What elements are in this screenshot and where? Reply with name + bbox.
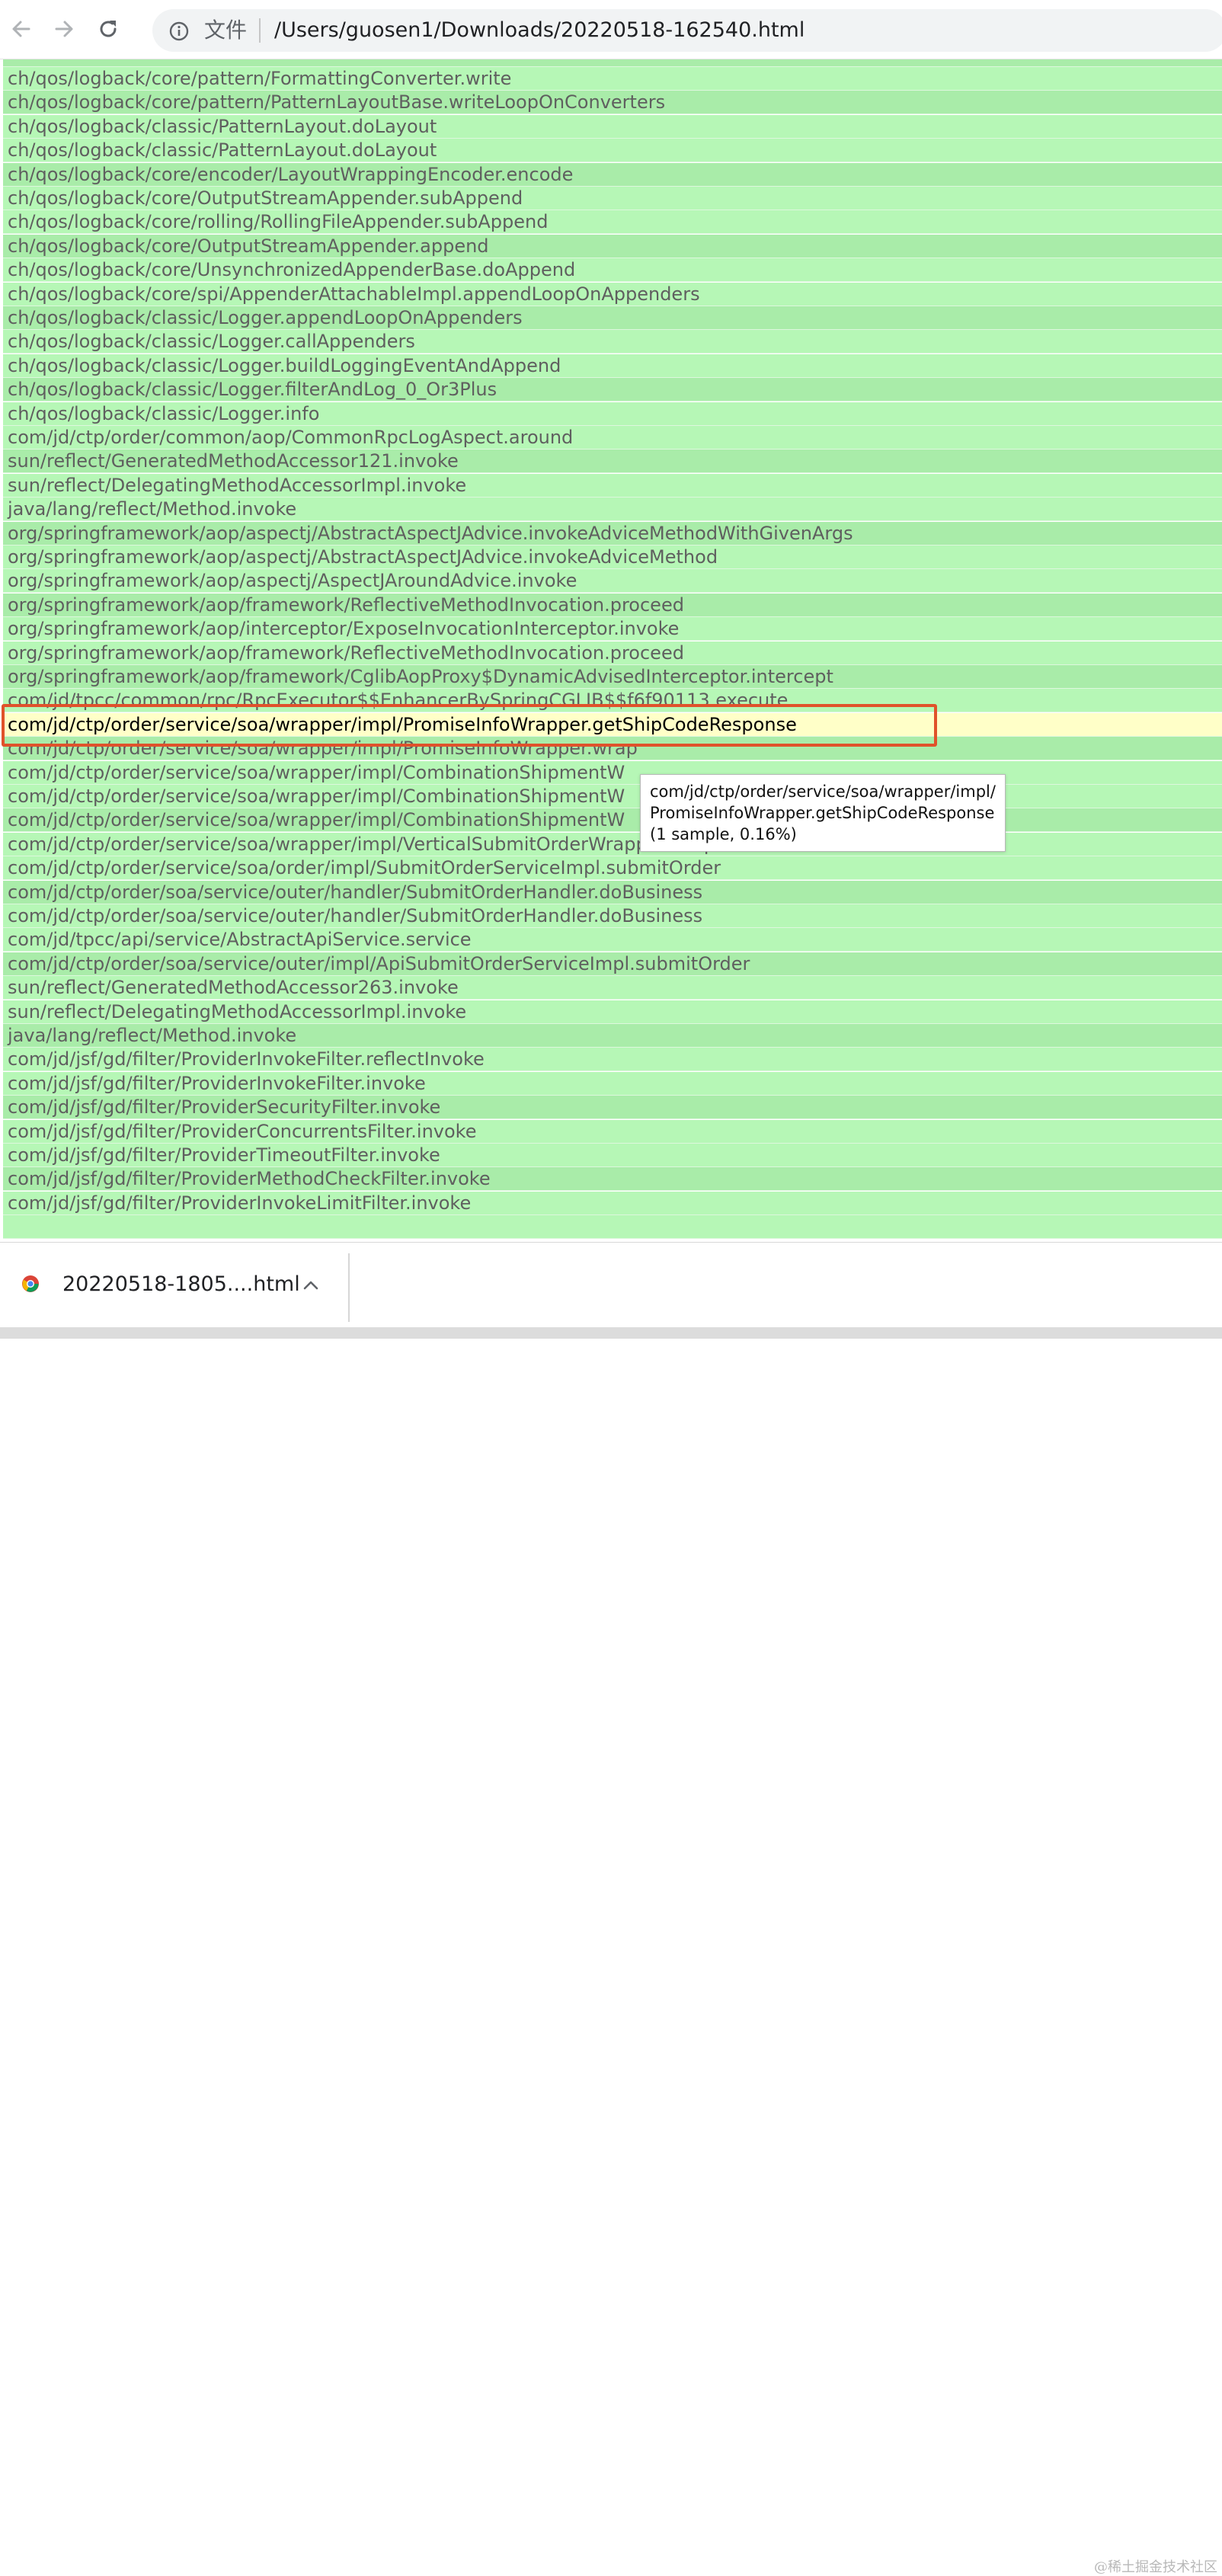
- flame-frame[interactable]: com/jd/ctp/order/service/soa/wrapper/imp…: [3, 832, 1222, 856]
- flame-frame[interactable]: ch/qos/logback/core/spi/AppenderAttachab…: [3, 282, 1222, 306]
- flame-frame[interactable]: com/jd/ctp/order/soa/service/outer/handl…: [3, 904, 1222, 928]
- flame-frame[interactable]: ch/qos/logback/classic/Logger.appendLoop…: [3, 306, 1222, 330]
- forward-button[interactable]: [47, 12, 81, 46]
- flame-frame[interactable]: org/springframework/aop/framework/CglibA…: [3, 665, 1222, 689]
- download-item[interactable]: 20220518-1805....html: [0, 1243, 348, 1327]
- flame-frame-clipped[interactable]: [3, 1215, 1222, 1240]
- forward-arrow-icon: [55, 21, 73, 37]
- scheme-label: 文件: [204, 18, 248, 43]
- flame-frame[interactable]: sun/reflect/GeneratedMethodAccessor263.i…: [3, 976, 1222, 1000]
- flame-frame[interactable]: ch/qos/logback/core/rolling/RollingFileA…: [3, 210, 1222, 235]
- flame-frame[interactable]: org/springframework/aop/framework/Reflec…: [3, 641, 1222, 665]
- flame-frame[interactable]: com/jd/jsf/gd/filter/ProviderMethodCheck…: [3, 1167, 1222, 1192]
- flame-frame-clipped[interactable]: [3, 59, 1222, 67]
- flame-frame[interactable]: sun/reflect/DelegatingMethodAccessorImpl…: [3, 473, 1222, 498]
- flame-frame[interactable]: ch/qos/logback/core/UnsynchronizedAppend…: [3, 258, 1222, 283]
- flame-frame[interactable]: com/jd/ctp/order/service/soa/wrapper/imp…: [3, 737, 1222, 761]
- flame-frame[interactable]: com/jd/jsf/gd/filter/ProviderInvokeLimit…: [3, 1191, 1222, 1215]
- flame-frame[interactable]: com/jd/jsf/gd/filter/ProviderTimeoutFilt…: [3, 1144, 1222, 1167]
- flame-frame[interactable]: com/jd/ctp/order/service/soa/order/impl/…: [3, 856, 1222, 881]
- shelf-bottom-edge: [0, 1327, 1222, 1339]
- flame-frame[interactable]: com/jd/ctp/order/service/soa/wrapper/imp…: [3, 760, 1222, 785]
- flame-frame[interactable]: ch/qos/logback/classic/PatternLayout.doL…: [3, 139, 1222, 163]
- flame-frame[interactable]: com/jd/jsf/gd/filter/ProviderInvokeFilte…: [3, 1071, 1222, 1096]
- flame-frame[interactable]: com/jd/ctp/order/service/soa/wrapper/imp…: [3, 808, 1222, 833]
- frame-tooltip: com/jd/ctp/order/service/soa/wrapper/imp…: [640, 774, 1006, 852]
- flame-frame[interactable]: org/springframework/aop/interceptor/Expo…: [3, 617, 1222, 642]
- flame-frame[interactable]: com/jd/jsf/gd/filter/ProviderConcurrents…: [3, 1119, 1222, 1144]
- flame-frame[interactable]: ch/qos/logback/classic/Logger.callAppend…: [3, 330, 1222, 354]
- flame-frame[interactable]: ch/qos/logback/classic/Logger.buildLoggi…: [3, 354, 1222, 378]
- reload-icon: [100, 21, 117, 37]
- url-text[interactable]: /Users/guosen1/Downloads/20220518-162540…: [274, 18, 805, 43]
- back-arrow-icon: [12, 21, 30, 37]
- flame-frame[interactable]: org/springframework/aop/aspectj/AspectJA…: [3, 569, 1222, 594]
- reload-button[interactable]: [91, 12, 125, 46]
- flame-frame[interactable]: ch/qos/logback/core/OutputStreamAppender…: [3, 187, 1222, 210]
- flame-frame[interactable]: com/jd/jsf/gd/filter/ProviderInvokeFilte…: [3, 1048, 1222, 1072]
- tooltip-line-2: PromiseInfoWrapper.getShipCodeResponse: [650, 804, 995, 822]
- flame-frame[interactable]: org/springframework/aop/framework/Reflec…: [3, 593, 1222, 617]
- flame-frame[interactable]: com/jd/ctp/order/soa/service/outer/impl/…: [3, 952, 1222, 976]
- flame-frame[interactable]: org/springframework/aop/aspectj/Abstract…: [3, 521, 1222, 546]
- flame-frame[interactable]: org/springframework/aop/aspectj/Abstract…: [3, 546, 1222, 569]
- watermark: @稀土掘金技术社区: [1094, 2559, 1217, 2575]
- browser-toolbar: 文件 /Users/guosen1/Downloads/20220518-162…: [0, 0, 1222, 59]
- tooltip-line-3: (1 sample, 0.16%): [650, 825, 797, 843]
- flame-frame[interactable]: com/jd/tpcc/common/rpc/RpcExecutor$$Enha…: [3, 689, 1222, 713]
- flame-frame[interactable]: ch/qos/logback/core/pattern/FormattingCo…: [3, 67, 1222, 91]
- flame-frame[interactable]: ch/qos/logback/core/encoder/LayoutWrappi…: [3, 162, 1222, 187]
- flame-frame[interactable]: ch/qos/logback/classic/Logger.info: [3, 402, 1222, 426]
- flame-frame[interactable]: ch/qos/logback/classic/PatternLayout.doL…: [3, 114, 1222, 139]
- flame-frame[interactable]: sun/reflect/GeneratedMethodAccessor121.i…: [3, 450, 1222, 474]
- flame-frame[interactable]: sun/reflect/DelegatingMethodAccessorImpl…: [3, 1000, 1222, 1024]
- flame-frame[interactable]: ch/qos/logback/core/pattern/PatternLayou…: [3, 91, 1222, 115]
- flame-frame[interactable]: com/jd/ctp/order/service/soa/wrapper/imp…: [3, 785, 1222, 808]
- flame-frame[interactable]: ch/qos/logback/classic/Logger.filterAndL…: [3, 378, 1222, 402]
- download-shelf: 20220518-1805....html @稀土掘金技术社区: [0, 1242, 1222, 2575]
- chevron-up-icon[interactable]: [302, 1276, 320, 1294]
- shelf-separator: [348, 1253, 350, 1322]
- flame-frame[interactable]: java/lang/reflect/Method.invoke: [3, 1024, 1222, 1048]
- tooltip-line-1: com/jd/ctp/order/service/soa/wrapper/imp…: [650, 782, 996, 801]
- flame-frame[interactable]: com/jd/ctp/order/soa/service/outer/handl…: [3, 880, 1222, 904]
- flame-frame-hovered[interactable]: com/jd/ctp/order/service/soa/wrapper/imp…: [3, 712, 1222, 737]
- back-button[interactable]: [5, 12, 38, 46]
- flame-frame[interactable]: java/lang/reflect/Method.invoke: [3, 498, 1222, 522]
- flame-frame[interactable]: com/jd/ctp/order/common/aop/CommonRpcLog…: [3, 426, 1222, 450]
- omnibox-divider: [259, 18, 261, 43]
- info-icon[interactable]: [169, 21, 189, 41]
- download-filename: 20220518-1805....html: [62, 1272, 300, 1296]
- address-bar[interactable]: 文件 /Users/guosen1/Downloads/20220518-162…: [152, 9, 1222, 52]
- flame-frame[interactable]: ch/qos/logback/core/OutputStreamAppender…: [3, 234, 1222, 258]
- flame-frame[interactable]: com/jd/jsf/gd/filter/ProviderSecurityFil…: [3, 1096, 1222, 1120]
- flamegraph: ch/qos/logback/core/pattern/FormattingCo…: [0, 59, 1222, 1242]
- flame-frame[interactable]: com/jd/tpcc/api/service/AbstractApiServi…: [3, 928, 1222, 952]
- chrome-file-icon: [22, 1275, 39, 1292]
